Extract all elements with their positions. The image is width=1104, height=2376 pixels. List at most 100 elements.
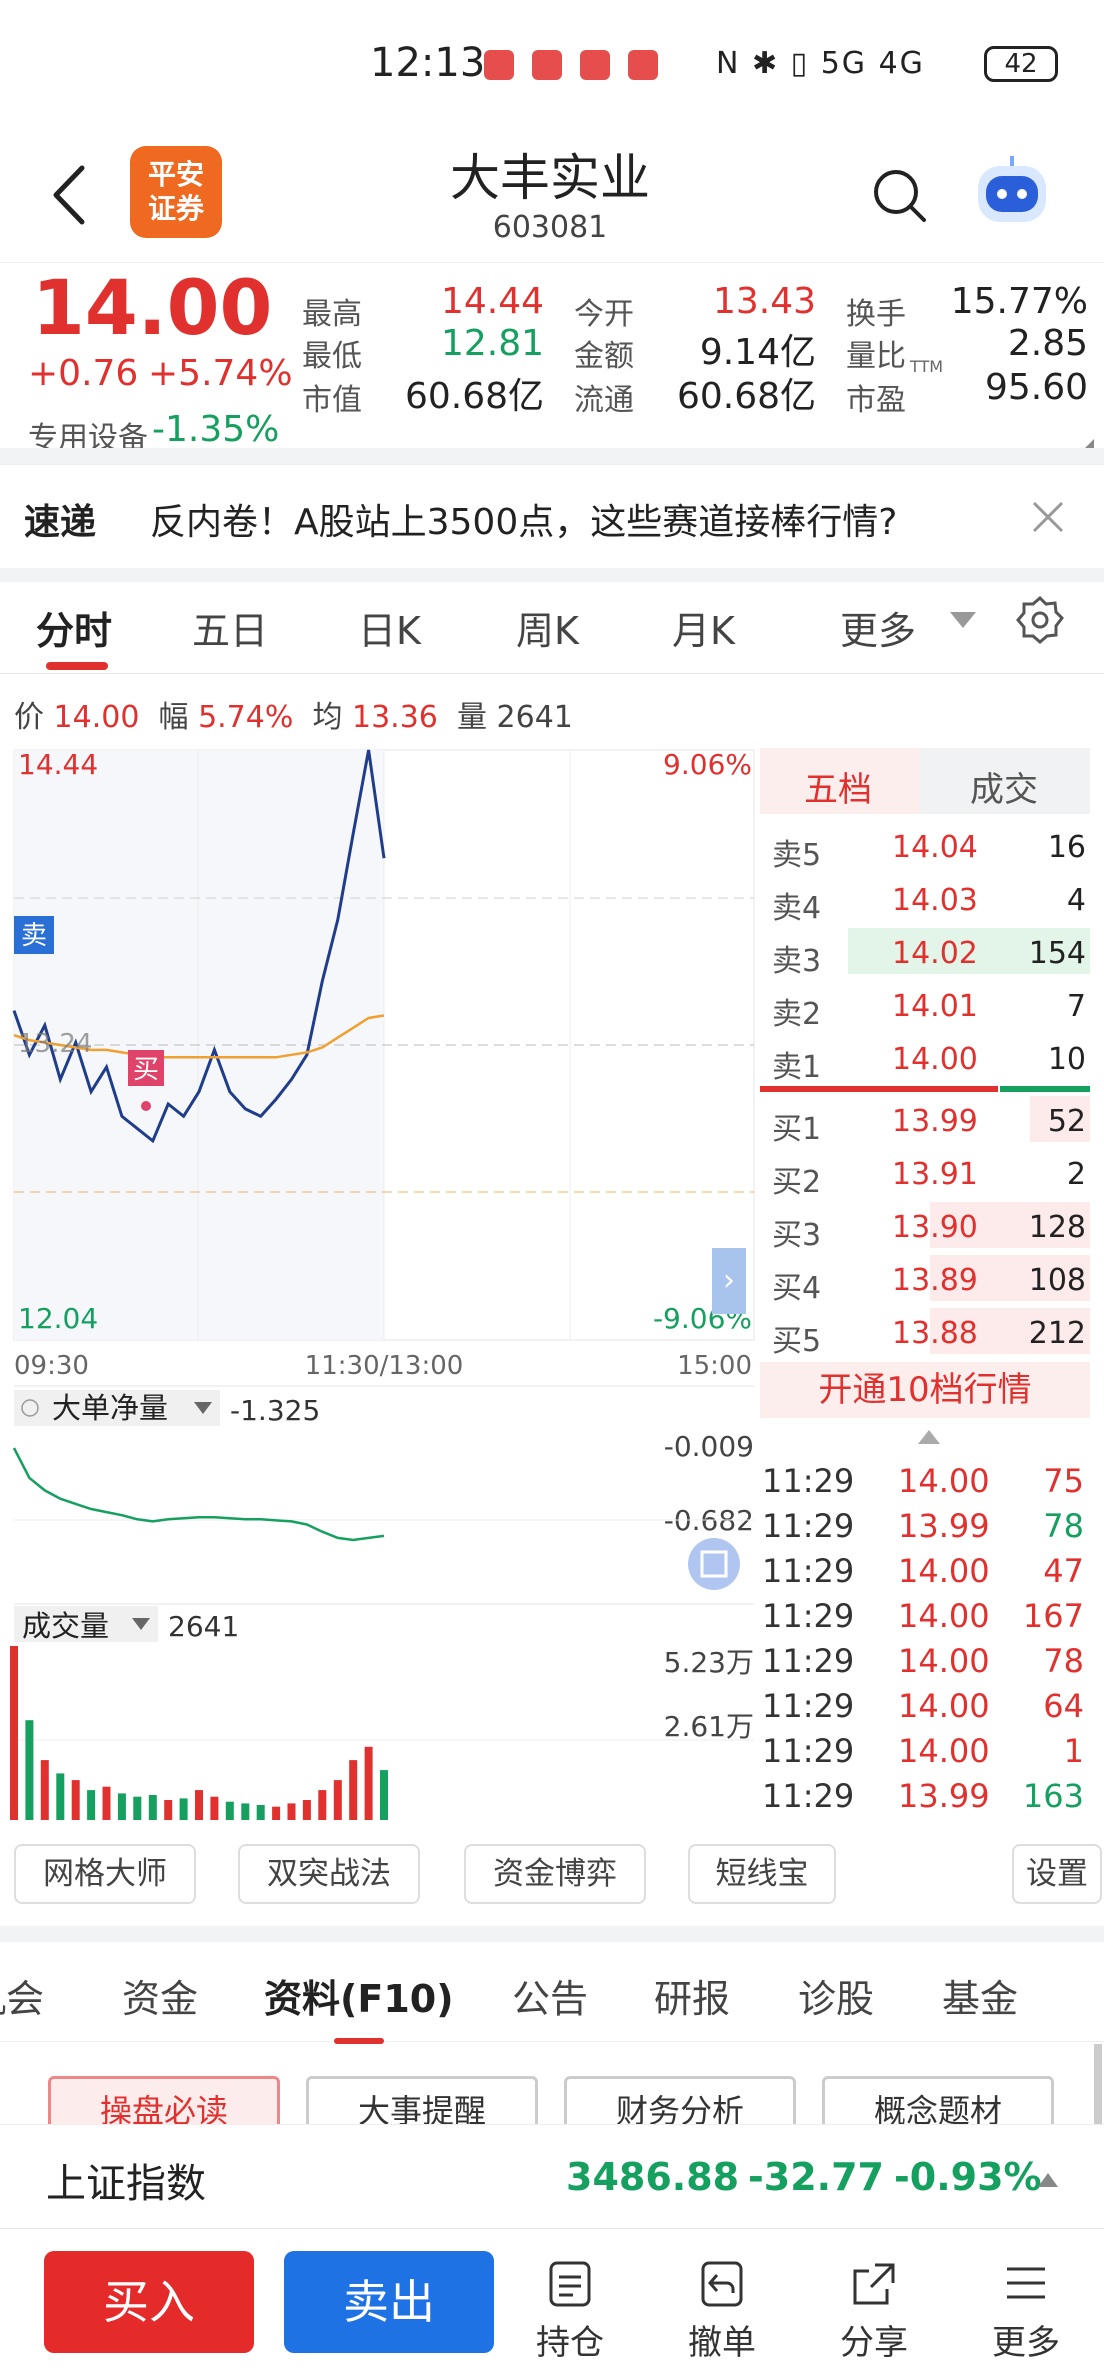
y-axis-top-label: 14.44 [18, 748, 98, 781]
scrollbar[interactable] [1094, 2044, 1102, 2124]
tab-more[interactable]: 更多 [840, 600, 916, 655]
volume-bar [56, 1773, 65, 1820]
ask-label: 卖5 [772, 838, 822, 873]
tab-weekly-k[interactable]: 周K [516, 600, 579, 655]
caret-up-icon[interactable] [1038, 2173, 1058, 2187]
share-icon [853, 2263, 895, 2305]
volume-bar [102, 1786, 111, 1820]
buy-dot [141, 1101, 151, 1111]
tab-daily-k[interactable]: 日K [358, 600, 421, 655]
cancel-order-button[interactable]: 撤单 [672, 2259, 772, 2364]
open-level10-button[interactable]: 开通10档行情 [760, 1362, 1090, 1418]
stat-value: 15.77% [950, 281, 1088, 322]
index-change: -32.77 [748, 2155, 884, 2199]
stat-value: 95.60 [984, 367, 1088, 408]
stat-label: 最低 [302, 339, 362, 374]
news-ticker[interactable]: 速递 反内卷！A股站上3500点，这些赛道接棒行情? [0, 464, 1104, 568]
search-icon[interactable] [870, 166, 930, 226]
trade-row: 11:29 14.00 64 [762, 1687, 1088, 1732]
tab-trades[interactable]: 成交 [970, 762, 1038, 811]
ask-row[interactable]: 卖1 14.00 10 [760, 1032, 1090, 1085]
tab-funds[interactable]: 基金 [942, 1968, 1018, 2023]
broker-logo[interactable]: 平安 证券 [130, 146, 222, 238]
trade-row: 11:29 14.00 167 [762, 1597, 1088, 1642]
tab-announcements[interactable]: 公告 [512, 1968, 588, 2023]
volume-bar [179, 1798, 188, 1820]
tool-double-breakout[interactable]: 双突战法 [238, 1844, 420, 1904]
info-tabs: 机会 资金 资料(F10) 公告 研报 诊股 基金 [0, 1942, 1104, 2044]
volume-bar [241, 1803, 250, 1820]
volume-bar [380, 1770, 388, 1820]
bid-row[interactable]: 买2 13.91 2 [760, 1147, 1090, 1200]
tool-capital-game[interactable]: 资金博弈 [464, 1844, 646, 1904]
battery-icon: 42 [984, 46, 1058, 82]
tab-five-levels[interactable]: 五档 [804, 762, 872, 811]
tab-opportunity[interactable]: 机会 [0, 1968, 44, 2023]
positions-button[interactable]: 持仓 [520, 2259, 620, 2364]
more-button[interactable]: 更多 [976, 2259, 1076, 2364]
share-button[interactable]: 分享 [824, 2259, 924, 2364]
tab-research[interactable]: 研报 [654, 1968, 730, 2023]
trade-row: 11:29 14.00 78 [762, 1642, 1088, 1687]
avg-label: 均 [312, 700, 343, 735]
news-tag: 速递 [24, 502, 97, 543]
tab-monthly-k[interactable]: 月K [672, 600, 735, 655]
news-headline[interactable]: 反内卷！A股站上3500点，这些赛道接棒行情? [150, 493, 897, 545]
volume-bars [10, 1646, 388, 1820]
volume-bar [117, 1793, 126, 1820]
stock-name: 大丰实业 [450, 149, 650, 207]
bid-row[interactable]: 买3 13.90 128 [760, 1200, 1090, 1253]
fullscreen-icon[interactable] [688, 1538, 740, 1590]
notification-icon [532, 50, 562, 80]
bid-price: 13.88 [892, 1316, 978, 1351]
ask-row[interactable]: 卖3 14.02 154 [760, 926, 1090, 979]
ai-assistant-icon[interactable] [972, 152, 1052, 232]
ask-row[interactable]: 卖2 14.01 7 [760, 979, 1090, 1032]
ask-row[interactable]: 卖5 14.04 16 [760, 820, 1090, 873]
net-indicator-name: 大单净量 [52, 1391, 168, 1425]
tool-short-term[interactable]: 短线宝 [688, 1844, 836, 1904]
divider [0, 1926, 1104, 1942]
tab-capital[interactable]: 资金 [122, 1968, 198, 2023]
intraday-chart[interactable]: 14.44 12.04 9.06% -9.06% 13.24 卖 买 › 09:… [0, 740, 760, 1820]
trade-price: 13.99 [898, 1777, 990, 1815]
volume-bar [225, 1801, 234, 1820]
buy-button[interactable]: 买入 [44, 2251, 254, 2353]
trade-price: 13.99 [898, 1507, 990, 1545]
gear-icon[interactable] [1016, 596, 1064, 644]
stat-label: 金额 [574, 339, 634, 374]
stock-code: 603081 [492, 210, 608, 245]
stat-label: 今开 [574, 297, 634, 332]
volume-bar [164, 1800, 173, 1820]
tab-intraday[interactable]: 分时 [36, 600, 112, 655]
bid-row[interactable]: 买5 13.88 212 [760, 1306, 1090, 1359]
chevron-down-icon[interactable] [950, 612, 976, 630]
tab-diagnosis[interactable]: 诊股 [798, 1968, 874, 2023]
trade-price: 14.00 [898, 1462, 990, 1500]
tool-settings[interactable]: 设置 [1012, 1844, 1102, 1904]
ask-row[interactable]: 卖4 14.03 4 [760, 873, 1090, 926]
stat-label: 市值 [302, 383, 362, 418]
close-icon[interactable] [1030, 499, 1066, 535]
tool-grid-master[interactable]: 网格大师 [14, 1844, 196, 1904]
sell-button[interactable]: 卖出 [284, 2251, 494, 2353]
bid-price: 13.89 [892, 1263, 978, 1298]
caret-up-icon[interactable] [918, 1430, 940, 1444]
tab-f10[interactable]: 资料(F10) [264, 1968, 454, 2023]
tab-five-day[interactable]: 五日 [192, 600, 268, 655]
stock-header: 平安 证券 大丰实业 603081 [0, 130, 1104, 260]
bid-volume: 128 [1028, 1210, 1086, 1245]
stat-label: 市盈 [846, 383, 906, 418]
back-arrow-icon[interactable] [46, 160, 96, 230]
bid-row[interactable]: 买4 13.89 108 [760, 1253, 1090, 1306]
trade-volume: 47 [1043, 1552, 1084, 1590]
bid-row[interactable]: 买1 13.99 52 [760, 1094, 1090, 1147]
bid-label: 买3 [772, 1218, 822, 1253]
undo-icon [701, 2261, 743, 2307]
ask-volume: 10 [1047, 1042, 1086, 1077]
trade-row: 11:29 14.00 75 [762, 1462, 1088, 1507]
volume-bar [302, 1800, 311, 1820]
stat-label: 流通 [574, 383, 634, 418]
index-ticker[interactable]: 上证指数 3486.88 -32.77 -0.93% [0, 2124, 1104, 2228]
stat-value: 12.81 [440, 323, 544, 364]
